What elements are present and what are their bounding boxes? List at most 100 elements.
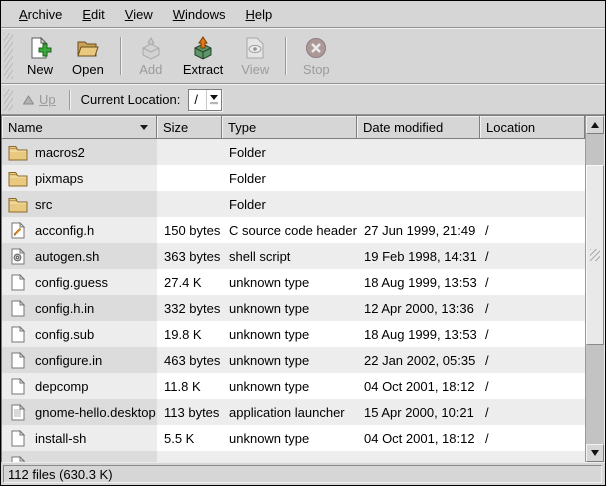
file-row[interactable]: config.h.in332 bytesunknown type12 Apr 2… [2,295,585,321]
menu-view[interactable]: View [115,3,163,26]
file-row[interactable]: acconfig.h150 bytesC source code header2… [2,217,585,243]
column-header-date-modified[interactable]: Date modified [357,116,480,139]
file-date-cell[interactable]: 22 Jan 2002, 05:35 [357,347,480,373]
file-type-cell[interactable]: unknown type [222,295,357,321]
file-location-cell[interactable]: / [480,321,585,347]
extract-button[interactable]: Extract [174,34,232,79]
file-name-cell[interactable]: autogen.sh [2,243,157,269]
file-name-cell[interactable]: install-sh [2,425,157,451]
file-name-cell[interactable]: acconfig.h [2,217,157,243]
file-size-cell[interactable] [157,139,222,165]
file-location-cell[interactable]: / [480,399,585,425]
file-name-cell[interactable]: config.sub [2,321,157,347]
file-size-cell[interactable]: 363 bytes [157,243,222,269]
file-row[interactable]: macros2 Folder [2,139,585,165]
file-date-cell[interactable] [357,139,480,165]
file-date-cell[interactable]: 04 Oct 2001, 18:12 [357,425,480,451]
file-location-cell[interactable] [480,165,585,191]
file-date-cell[interactable]: 04 Oct 2001, 18:12 [357,373,480,399]
file-size-cell[interactable]: 19.8 K [157,321,222,347]
file-size-cell[interactable]: 11.8 K [157,373,222,399]
file-type-cell[interactable]: C source code header [222,217,357,243]
file-date-cell[interactable] [357,451,480,462]
file-name-cell[interactable]: config.h.in [2,295,157,321]
file-size-cell[interactable] [157,191,222,217]
file-date-cell[interactable]: 18 Aug 1999, 13:53 [357,269,480,295]
file-row[interactable]: depcomp11.8 Kunknown type04 Oct 2001, 18… [2,373,585,399]
file-date-cell[interactable]: 12 Apr 2000, 13:36 [357,295,480,321]
scroll-down-button[interactable] [586,444,604,462]
column-header-size[interactable]: Size [157,116,222,139]
file-type-cell[interactable]: shell script [222,243,357,269]
file-size-cell[interactable]: 113 bytes [157,399,222,425]
column-header-type[interactable]: Type [222,116,357,139]
toolbar-drag-handle[interactable] [4,33,13,79]
current-location-combobox[interactable]: / [188,89,222,111]
file-date-cell[interactable] [357,165,480,191]
file-type-cell[interactable]: Folder [222,191,357,217]
open-button[interactable]: Open [63,34,113,79]
file-row[interactable]: config.sub19.8 Kunknown type18 Aug 1999,… [2,321,585,347]
file-row[interactable]: autogen.sh363 bytesshell script19 Feb 19… [2,243,585,269]
scrollbar-thumb[interactable] [586,165,604,345]
column-header-name[interactable]: Name [2,116,157,139]
scroll-up-button[interactable] [586,116,604,134]
file-date-cell[interactable]: 15 Apr 2000, 10:21 [357,399,480,425]
file-type-cell[interactable]: application launcher [222,399,357,425]
scrollbar-trough[interactable] [586,134,604,444]
file-location-cell[interactable] [480,191,585,217]
file-name-cell[interactable]: gnome-hello.desktop [2,399,157,425]
file-type-cell[interactable]: Folder [222,139,357,165]
file-date-cell[interactable]: 18 Aug 1999, 13:53 [357,321,480,347]
file-type-cell[interactable]: unknown type [222,373,357,399]
file-size-cell[interactable]: 332 bytes [157,295,222,321]
file-location-cell[interactable]: / [480,347,585,373]
file-location-cell[interactable]: / [480,269,585,295]
file-type-cell[interactable]: unknown type [222,425,357,451]
file-name-cell[interactable]: pixmaps [2,165,157,191]
vertical-scrollbar[interactable] [585,116,604,462]
file-name-cell[interactable] [2,451,157,462]
file-row[interactable]: configure.in463 bytesunknown type22 Jan … [2,347,585,373]
file-name-cell[interactable]: depcomp [2,373,157,399]
file-row[interactable]: config.guess27.4 Kunknown type18 Aug 199… [2,269,585,295]
file-location-cell[interactable] [480,451,585,462]
file-name-cell[interactable]: src [2,191,157,217]
new-button[interactable]: New [17,34,63,79]
file-type-cell[interactable]: unknown type [222,321,357,347]
file-location-cell[interactable]: / [480,217,585,243]
menu-windows[interactable]: Windows [163,3,236,26]
file-type-cell[interactable] [222,451,357,462]
file-size-cell[interactable] [157,451,222,462]
menu-archive[interactable]: Archive [9,3,72,26]
file-row[interactable]: gnome-hello.desktop113 bytesapplication … [2,399,585,425]
file-location-cell[interactable]: / [480,295,585,321]
file-size-cell[interactable]: 150 bytes [157,217,222,243]
location-bar-drag-handle[interactable] [4,89,13,111]
file-date-cell[interactable] [357,191,480,217]
file-row[interactable]: install-sh5.5 Kunknown type04 Oct 2001, … [2,425,585,451]
file-row[interactable]: pixmaps Folder [2,165,585,191]
file-name-cell[interactable]: config.guess [2,269,157,295]
file-location-cell[interactable]: / [480,373,585,399]
column-header-location[interactable]: Location [480,116,585,139]
file-name-cell[interactable]: configure.in [2,347,157,373]
file-size-cell[interactable]: 5.5 K [157,425,222,451]
file-date-cell[interactable]: 27 Jun 1999, 21:49 [357,217,480,243]
file-date-cell[interactable]: 19 Feb 1998, 14:31 [357,243,480,269]
file-type-cell[interactable]: unknown type [222,347,357,373]
partially-visible-file-row[interactable] [2,451,585,462]
file-size-cell[interactable]: 463 bytes [157,347,222,373]
file-row[interactable]: src Folder [2,191,585,217]
file-type-cell[interactable]: unknown type [222,269,357,295]
file-name-cell[interactable]: macros2 [2,139,157,165]
file-type-cell[interactable]: Folder [222,165,357,191]
file-location-cell[interactable]: / [480,425,585,451]
file-location-cell[interactable]: / [480,243,585,269]
menu-edit[interactable]: Edit [72,3,114,26]
menu-help[interactable]: Help [235,3,282,26]
file-size-cell[interactable]: 27.4 K [157,269,222,295]
file-location-cell[interactable] [480,139,585,165]
combobox-dropdown-button[interactable] [206,90,221,110]
file-size-cell[interactable] [157,165,222,191]
